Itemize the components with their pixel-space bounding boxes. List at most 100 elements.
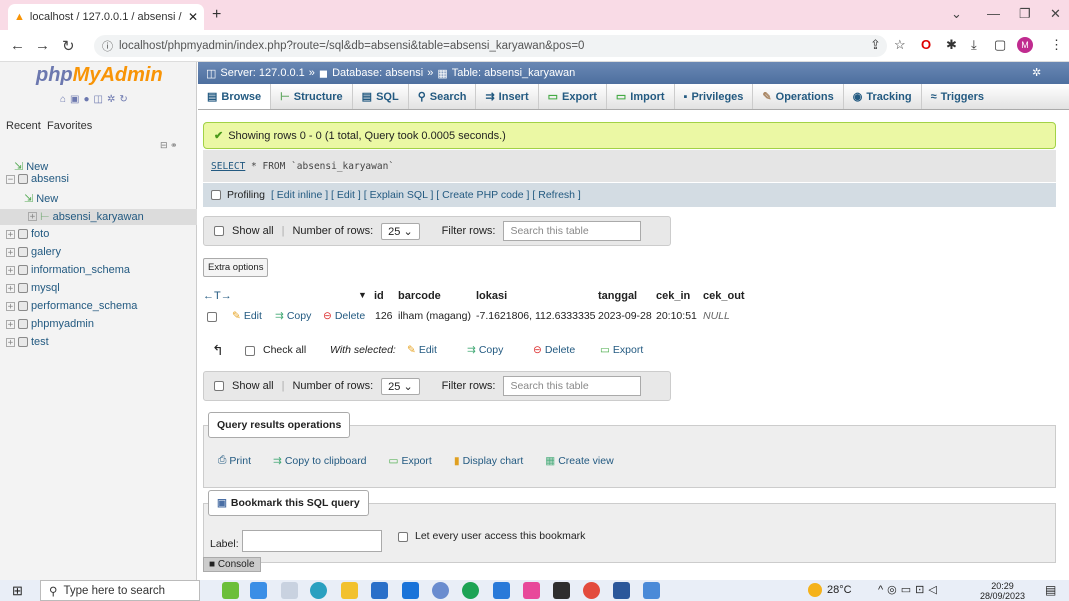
bulk-export-button[interactable]: ▭ Export bbox=[600, 344, 643, 356]
tab-operations[interactable]: ✎ Operations bbox=[753, 84, 844, 109]
cell-cek-in[interactable]: 20:10:51 bbox=[656, 310, 697, 322]
reload-icon[interactable]: ↻ bbox=[62, 37, 75, 55]
expand-icon[interactable]: + bbox=[6, 283, 15, 293]
recent-tab[interactable]: Recent bbox=[6, 120, 41, 132]
expand-icon[interactable]: + bbox=[6, 229, 15, 239]
row-checkbox[interactable] bbox=[207, 312, 217, 322]
store-icon[interactable] bbox=[371, 582, 388, 599]
terminal-icon[interactable] bbox=[553, 582, 570, 599]
bookmark-star-icon[interactable]: ☆ bbox=[894, 37, 906, 53]
rows-select[interactable]: 25 ⌄ bbox=[381, 222, 420, 240]
word-icon[interactable] bbox=[613, 582, 630, 599]
tree-item-galery[interactable]: + galery bbox=[6, 246, 61, 258]
tab-privileges[interactable]: ▪ Privileges bbox=[675, 84, 754, 109]
cell-barcode[interactable]: ilham (magang) bbox=[398, 310, 471, 322]
sql-action-links[interactable]: [ Edit inline ] [ Edit ] [ Explain SQL ]… bbox=[271, 189, 581, 201]
pma-logo[interactable]: phpMyAdmin bbox=[36, 64, 163, 87]
tree-item-absensi-karyawan[interactable]: + ⊢ absensi_karyawan bbox=[28, 210, 144, 223]
row-copy-button[interactable]: ⇉ Copy bbox=[275, 310, 311, 322]
opera-extension-icon[interactable]: O bbox=[921, 37, 931, 52]
filter-input[interactable]: Search this table bbox=[503, 221, 642, 241]
reload-nav-icon[interactable]: ↻ bbox=[119, 94, 127, 105]
chrome-profile-icon[interactable] bbox=[583, 582, 600, 599]
share-icon[interactable]: ⇪ bbox=[870, 37, 881, 53]
bookmark-label-input[interactable] bbox=[242, 530, 382, 552]
tree-item-absensi-new[interactable]: ⇲ New bbox=[24, 192, 58, 206]
file-explorer-icon[interactable] bbox=[341, 582, 358, 599]
back-icon[interactable]: ← bbox=[10, 37, 25, 54]
export-button[interactable]: ▭ Export bbox=[389, 454, 432, 467]
col-cek-in[interactable]: cek_in bbox=[656, 290, 690, 302]
minimize-icon[interactable]: — bbox=[987, 6, 1000, 21]
expand-icon[interactable]: + bbox=[6, 247, 15, 257]
tab-import[interactable]: ▭ Import bbox=[607, 84, 675, 109]
docs-icon[interactable]: ● bbox=[84, 94, 90, 105]
tab-browse[interactable]: ▤ Browse bbox=[198, 84, 272, 109]
app-circle-icon[interactable] bbox=[432, 582, 449, 599]
cell-cek-out[interactable]: NULL bbox=[703, 310, 730, 322]
tree-item-performance-schema[interactable]: + performance_schema bbox=[6, 300, 137, 312]
expand-icon[interactable]: + bbox=[6, 265, 15, 275]
every-user-checkbox[interactable] bbox=[398, 532, 408, 542]
expand-icon[interactable]: + bbox=[6, 337, 15, 347]
show-all-checkbox[interactable] bbox=[214, 381, 224, 391]
breadcrumb-table[interactable]: Table: absensi_karyawan bbox=[452, 67, 576, 79]
col-barcode[interactable]: barcode bbox=[398, 290, 441, 302]
extra-options-button[interactable]: Extra options bbox=[203, 258, 269, 277]
cell-tanggal[interactable]: 2023-09-28 bbox=[598, 310, 652, 322]
taskbar-search[interactable]: ⚲ Type here to search bbox=[40, 580, 200, 601]
widget-icon[interactable] bbox=[222, 582, 239, 599]
tab-search-icon[interactable]: ⌄ bbox=[951, 6, 962, 22]
browser-tab[interactable]: ▲ localhost / 127.0.0.1 / absensi / abse… bbox=[8, 4, 204, 30]
browser-menu-icon[interactable]: ⋮ bbox=[1050, 37, 1063, 53]
create-view-button[interactable]: ▦ Create view bbox=[545, 454, 613, 467]
home-icon[interactable]: ⌂ bbox=[60, 94, 66, 105]
maximize-icon[interactable]: ❐ bbox=[1019, 6, 1031, 22]
tree-item-mysql[interactable]: + mysql bbox=[6, 282, 60, 294]
display-chart-button[interactable]: ▮ Display chart bbox=[454, 454, 523, 467]
tree-item-foto[interactable]: + foto bbox=[6, 228, 49, 240]
col-cek-out[interactable]: cek_out bbox=[703, 290, 745, 302]
expand-icon[interactable]: + bbox=[6, 301, 15, 311]
expand-icon[interactable]: + bbox=[6, 319, 15, 329]
vscode-icon[interactable] bbox=[493, 582, 510, 599]
tree-item-new[interactable]: ⇲ New bbox=[14, 160, 48, 174]
col-id[interactable]: id bbox=[374, 290, 384, 302]
logout-icon[interactable]: ▣ bbox=[70, 94, 79, 105]
show-all-checkbox[interactable] bbox=[214, 226, 224, 236]
row-delete-button[interactable]: ⊖ Delete bbox=[323, 310, 365, 322]
sql-docs-icon[interactable]: ◫ bbox=[94, 94, 103, 105]
notification-icon[interactable]: ▤ bbox=[1045, 583, 1056, 597]
check-all-label[interactable]: Check all bbox=[263, 344, 306, 356]
expand-icon[interactable]: + bbox=[28, 212, 37, 222]
weather-temp[interactable]: 28°C bbox=[827, 584, 852, 596]
col-tanggal[interactable]: tanggal bbox=[598, 290, 637, 302]
info-icon[interactable]: ⓘ bbox=[102, 38, 113, 54]
tab-triggers[interactable]: ≈ Triggers bbox=[922, 84, 993, 109]
tab-sql[interactable]: ▤ SQL bbox=[353, 84, 409, 109]
copy-clipboard-button[interactable]: ⇉ Copy to clipboard bbox=[273, 454, 367, 467]
sort-icon[interactable]: ▼ bbox=[358, 290, 367, 300]
bulk-copy-button[interactable]: ⇉ Copy bbox=[467, 344, 503, 356]
task-view-icon[interactable] bbox=[281, 582, 298, 599]
collapse-icon[interactable]: − bbox=[6, 174, 15, 184]
tree-item-phpmyadmin[interactable]: + phpmyadmin bbox=[6, 318, 94, 330]
address-bar[interactable]: ⓘ localhost/phpmyadmin/index.php?route=/… bbox=[94, 35, 887, 57]
tree-item-information-schema[interactable]: + information_schema bbox=[6, 264, 130, 276]
windows-start-icon[interactable]: ⊞ bbox=[12, 583, 23, 599]
sidepanel-icon[interactable]: ▢ bbox=[994, 37, 1006, 53]
system-tray-icons[interactable]: ^◎▭⊡◁ bbox=[878, 583, 941, 596]
tree-item-absensi[interactable]: − absensi bbox=[6, 173, 69, 185]
col-lokasi[interactable]: lokasi bbox=[476, 290, 507, 302]
clock[interactable]: 20:29 28/09/2023 bbox=[980, 581, 1025, 601]
check-all-checkbox[interactable] bbox=[245, 346, 255, 356]
forward-icon[interactable]: → bbox=[35, 37, 50, 54]
app-icon[interactable] bbox=[250, 582, 267, 599]
rows-select[interactable]: 25 ⌄ bbox=[381, 377, 420, 395]
breadcrumb-database[interactable]: Database: absensi bbox=[332, 67, 423, 79]
tab-tracking[interactable]: ◉ Tracking bbox=[844, 84, 922, 109]
breadcrumb-server[interactable]: Server: 127.0.0.1 bbox=[220, 67, 304, 79]
close-window-icon[interactable]: ✕ bbox=[1050, 6, 1061, 22]
photos-icon[interactable] bbox=[643, 582, 660, 599]
app-pink-icon[interactable] bbox=[523, 582, 540, 599]
